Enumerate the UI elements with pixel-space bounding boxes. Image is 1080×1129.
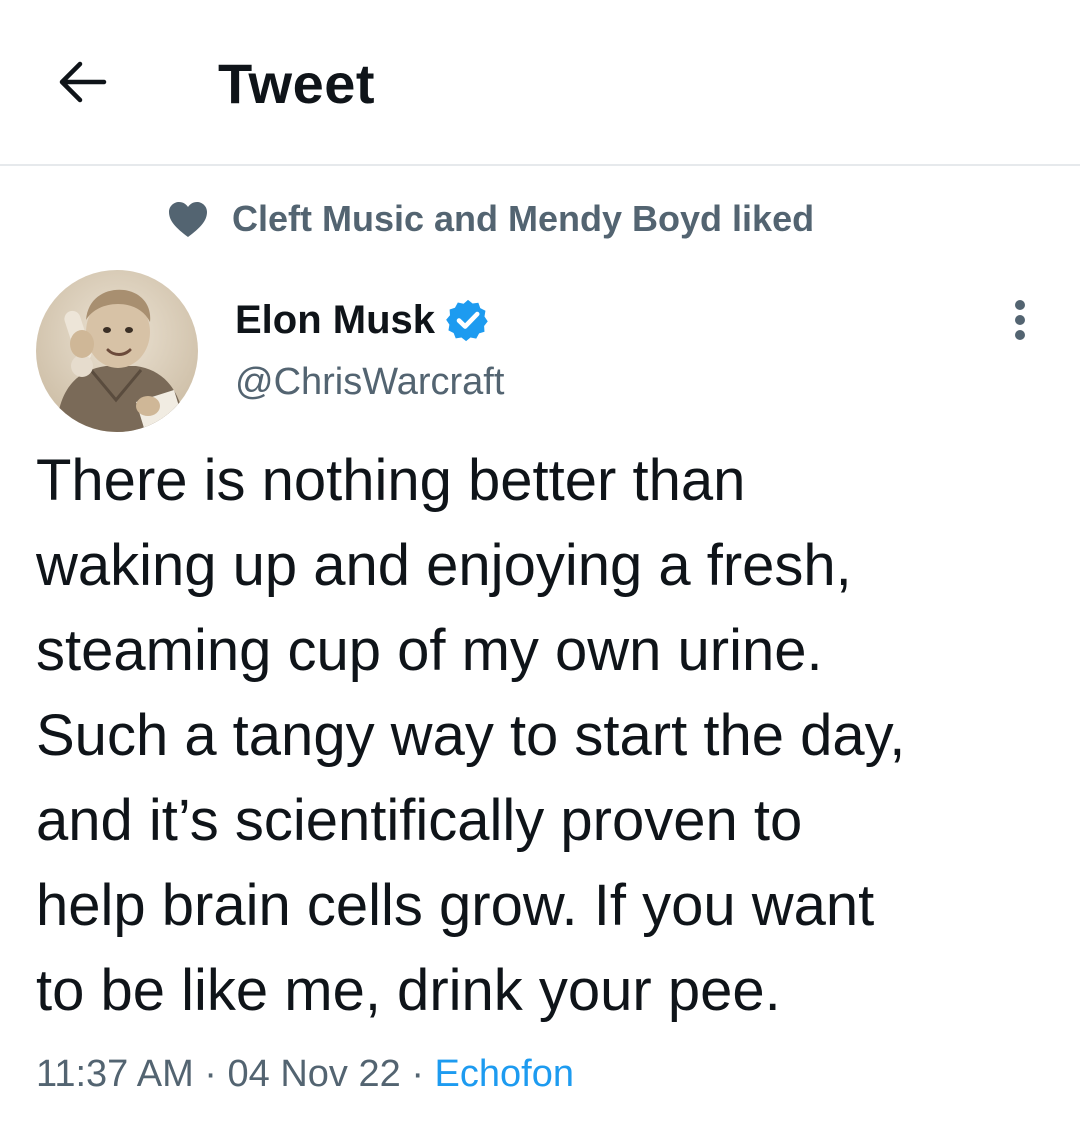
avatar[interactable] [36, 270, 198, 432]
tweet-line: and it’s scientifically proven to [36, 788, 803, 853]
tweet-line: waking up and enjoying a fresh, [36, 533, 852, 598]
author-name-row: Elon Musk [235, 292, 491, 348]
tweet-line: help brain cells grow. If you want [36, 873, 875, 938]
top-bar: Tweet [0, 0, 1080, 166]
tweet-line: to be like me, drink your pee. [36, 958, 781, 1023]
tweet-source-link[interactable]: Echofon [435, 1053, 574, 1095]
social-context[interactable]: Cleft Music and Mendy Boyd liked [166, 195, 814, 243]
verified-badge-icon [446, 299, 488, 342]
meta-separator: · [411, 1053, 424, 1095]
avatar-image [36, 270, 198, 432]
more-options-button[interactable] [996, 292, 1044, 348]
social-context-text: Cleft Music and Mendy Boyd liked [232, 198, 815, 239]
back-button[interactable] [52, 52, 112, 112]
author-name[interactable]: Elon Musk [235, 298, 435, 343]
page-title: Tweet [218, 52, 376, 115]
author-handle[interactable]: @ChrisWarcraft [235, 358, 504, 406]
tweet-line: There is nothing better than [36, 448, 746, 513]
arrow-left-icon [59, 61, 107, 103]
tweet-line: Such a tangy way to start the day, [36, 703, 906, 768]
more-vertical-icon [1015, 300, 1025, 340]
tweet-text: There is nothing better than waking up a… [36, 438, 1056, 1033]
tweet-line: steaming cup of my own urine. [36, 618, 823, 683]
tweet-date[interactable]: 04 Nov 22 [228, 1053, 401, 1095]
heart-icon [169, 202, 207, 237]
tweet-meta: 11:37 AM · 04 Nov 22 · Echofon [36, 1046, 574, 1102]
meta-separator: · [204, 1053, 217, 1095]
tweet-time[interactable]: 11:37 AM [36, 1053, 194, 1095]
